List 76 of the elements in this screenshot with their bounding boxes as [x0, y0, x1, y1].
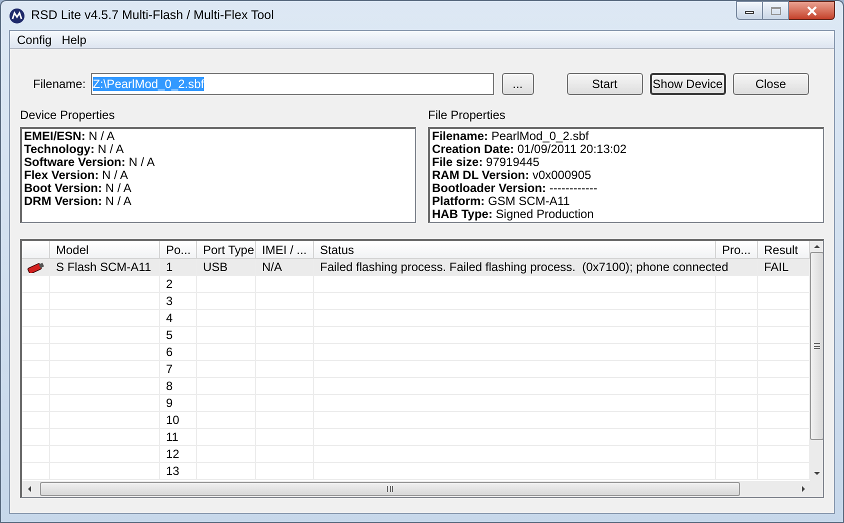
scroll-thumb[interactable]: [40, 482, 740, 496]
scroll-right-icon: [802, 486, 805, 492]
section-label: File Properties: [428, 107, 506, 122]
table-cell-text: 6: [166, 344, 173, 361]
property-line: RAM DL Version: v0x000905: [432, 169, 592, 182]
column-header[interactable]: IMEI / ...: [256, 241, 314, 258]
property-line: Platform: GSM SCM-A11: [432, 195, 571, 208]
minimize-button[interactable]: [736, 1, 763, 20]
table-cell-text: 4: [166, 310, 173, 327]
column-header[interactable]: Port Type: [197, 241, 256, 258]
table-cell-text: FAIL: [764, 259, 789, 276]
action-button[interactable]: Start: [566, 73, 643, 95]
property-line: Boot Version: N / A: [24, 182, 132, 195]
table-cell-text: 12: [166, 446, 180, 463]
table-cell-text: S Flash SCM-A11: [56, 259, 152, 276]
table-cell-text: 3: [166, 293, 173, 310]
table-cell-text: 11: [166, 429, 178, 446]
property-line: Bootloader Version: ------------: [432, 182, 598, 195]
property-line: Technology: N / A: [24, 143, 125, 156]
column-header[interactable]: Pro...: [716, 241, 758, 258]
menu-item[interactable]: Config: [12, 30, 57, 48]
table-row[interactable]: 3: [22, 293, 810, 310]
action-button[interactable]: Show Device: [650, 73, 726, 95]
column-header[interactable]: Po...: [160, 241, 197, 258]
property-line: Flex Version: N / A: [24, 169, 130, 182]
scroll-up-icon: [814, 245, 820, 248]
table-row[interactable]: S Flash SCM-A11 1 USB N/A Failed flashing process. Failed flashing process. (0x7100); phone connected FAIL: [22, 259, 810, 276]
app-logo-icon: [9, 8, 25, 24]
table-cell-text: 8: [166, 378, 173, 395]
window-title: RSD Lite v4.5.7 Multi-Flash / Multi-Flex Tool: [31, 7, 274, 24]
table-row[interactable]: 8: [22, 378, 810, 395]
table-cell-text: 10: [166, 412, 180, 429]
table-cell-text: 1: [166, 259, 173, 276]
field-value: Z:\PearlMod_0_2.sbf: [92, 77, 204, 91]
grip-icon: [387, 486, 393, 492]
table-cell-text: 5: [166, 327, 173, 344]
table-row[interactable]: 7: [22, 361, 810, 378]
vertical-scrollbar[interactable]: [810, 241, 823, 481]
property-line: Software Version: N / A: [24, 156, 156, 169]
horizontal-scrollbar[interactable]: [22, 481, 823, 497]
table-row[interactable]: 9: [22, 395, 810, 412]
table-row[interactable]: 10: [22, 412, 810, 429]
property-line: EMEI/ESN: N / A: [24, 130, 116, 143]
table-cell-text: 9: [166, 395, 173, 412]
table-cell-text: USB: [203, 259, 228, 276]
property-line: DRM Version: N / A: [24, 195, 132, 208]
table-cell-text: Failed flashing process. Failed flashing process. (0x7100); phone connected: [320, 259, 728, 276]
field-label: Filename:: [33, 76, 86, 93]
table-row[interactable]: 2: [22, 276, 810, 293]
scroll-left-icon: [28, 486, 31, 492]
table-row[interactable]: 5: [22, 327, 810, 344]
property-line: File size: 97919445: [432, 156, 540, 169]
table-cell-text: 2: [166, 276, 173, 293]
property-line: Creation Date: 01/09/2011 20:13:02: [432, 143, 628, 156]
table-cell-text: 7: [166, 361, 173, 378]
column-header[interactable]: Result: [758, 241, 810, 258]
section-label: Device Properties: [20, 107, 116, 122]
close-button[interactable]: [789, 1, 835, 20]
scroll-thumb[interactable]: [810, 252, 823, 440]
table-row[interactable]: 12: [22, 446, 810, 463]
browse-button[interactable]: ...: [502, 73, 534, 95]
property-line: Filename: PearlMod_0_2.sbf: [432, 130, 590, 143]
table-row[interactable]: 6: [22, 344, 810, 361]
column-header[interactable]: Model: [50, 241, 160, 258]
table-row[interactable]: 11: [22, 429, 810, 446]
menu-item[interactable]: Help: [56, 30, 92, 48]
action-button[interactable]: Close: [732, 73, 809, 95]
close-icon: [806, 6, 818, 16]
table-cell-text: 13: [166, 463, 180, 480]
column-header[interactable]: Status: [314, 241, 716, 258]
table-cell-text: N/A: [262, 259, 282, 276]
table-row[interactable]: 4: [22, 310, 810, 327]
grip-icon: [814, 343, 820, 349]
scroll-down-icon: [814, 472, 820, 475]
property-line: HAB Type: Signed Production: [432, 208, 595, 221]
table-row[interactable]: 13: [22, 463, 810, 480]
